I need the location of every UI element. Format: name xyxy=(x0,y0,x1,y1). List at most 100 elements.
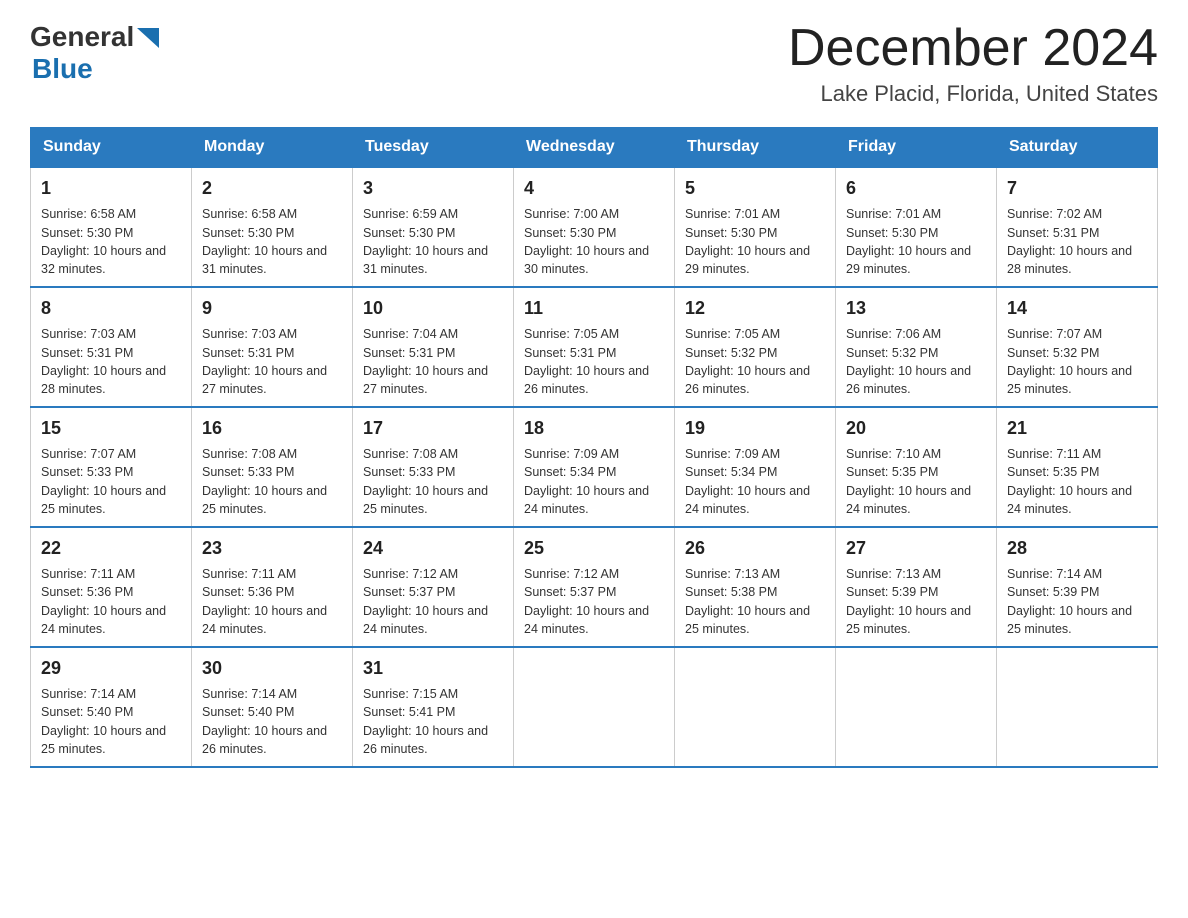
day-info: Sunrise: 7:04 AMSunset: 5:31 PMDaylight:… xyxy=(363,327,488,396)
table-row: 12Sunrise: 7:05 AMSunset: 5:32 PMDayligh… xyxy=(675,287,836,407)
day-number: 29 xyxy=(41,656,181,681)
day-info: Sunrise: 6:58 AMSunset: 5:30 PMDaylight:… xyxy=(202,207,327,276)
day-info: Sunrise: 7:14 AMSunset: 5:39 PMDaylight:… xyxy=(1007,567,1132,636)
table-row: 6 Sunrise: 7:01 AMSunset: 5:30 PMDaylight… xyxy=(836,167,997,287)
day-number: 31 xyxy=(363,656,503,681)
table-row: 28 Sunrise: 7:14 AMSunset: 5:39 PMDayligh… xyxy=(997,527,1158,647)
table-row: 4 Sunrise: 7:00 AMSunset: 5:30 PMDaylight… xyxy=(514,167,675,287)
day-number: 25 xyxy=(524,536,664,561)
day-number: 16 xyxy=(202,416,342,441)
table-row: 29 Sunrise: 7:14 AMSunset: 5:40 PMDayligh… xyxy=(31,647,192,767)
day-number: 5 xyxy=(685,176,825,201)
day-number: 6 xyxy=(846,176,986,201)
table-row: 31 Sunrise: 7:15 AMSunset: 5:41 PMDayligh… xyxy=(353,647,514,767)
day-number: 24 xyxy=(363,536,503,561)
day-number: 4 xyxy=(524,176,664,201)
day-number: 27 xyxy=(846,536,986,561)
table-row xyxy=(997,647,1158,767)
table-row: 9 Sunrise: 7:03 AMSunset: 5:31 PMDaylight… xyxy=(192,287,353,407)
table-row: 3 Sunrise: 6:59 AMSunset: 5:30 PMDaylight… xyxy=(353,167,514,287)
calendar-table: Sunday Monday Tuesday Wednesday Thursday… xyxy=(30,127,1158,768)
day-info: Sunrise: 7:03 AMSunset: 5:31 PMDaylight:… xyxy=(202,327,327,396)
table-row: 17Sunrise: 7:08 AMSunset: 5:33 PMDayligh… xyxy=(353,407,514,527)
logo: General Blue xyxy=(30,20,159,85)
table-row: 23Sunrise: 7:11 AMSunset: 5:36 PMDayligh… xyxy=(192,527,353,647)
header-wednesday: Wednesday xyxy=(514,128,675,168)
day-info: Sunrise: 7:10 AMSunset: 5:35 PMDaylight:… xyxy=(846,447,971,516)
day-number: 9 xyxy=(202,296,342,321)
day-info: Sunrise: 7:02 AMSunset: 5:31 PMDaylight:… xyxy=(1007,207,1132,276)
logo-blue-text: Blue xyxy=(32,53,159,85)
calendar-week-row: 8 Sunrise: 7:03 AMSunset: 5:31 PMDaylight… xyxy=(31,287,1158,407)
day-info: Sunrise: 7:09 AMSunset: 5:34 PMDaylight:… xyxy=(524,447,649,516)
table-row: 16 Sunrise: 7:08 AMSunset: 5:33 PMDayligh… xyxy=(192,407,353,527)
table-row xyxy=(836,647,997,767)
day-number: 1 xyxy=(41,176,181,201)
day-info: Sunrise: 7:08 AMSunset: 5:33 PMDaylight:… xyxy=(202,447,327,516)
day-info: Sunrise: 7:01 AMSunset: 5:30 PMDaylight:… xyxy=(846,207,971,276)
day-number: 26 xyxy=(685,536,825,561)
table-row: 11 Sunrise: 7:05 AMSunset: 5:31 PMDayligh… xyxy=(514,287,675,407)
day-number: 18 xyxy=(524,416,664,441)
logo-arrow-icon xyxy=(137,28,159,48)
day-info: Sunrise: 7:15 AMSunset: 5:41 PMDaylight:… xyxy=(363,687,488,756)
table-row: 1 Sunrise: 6:58 AMSunset: 5:30 PMDaylight… xyxy=(31,167,192,287)
day-info: Sunrise: 7:12 AMSunset: 5:37 PMDaylight:… xyxy=(363,567,488,636)
table-row: 13Sunrise: 7:06 AMSunset: 5:32 PMDayligh… xyxy=(836,287,997,407)
day-info: Sunrise: 7:14 AMSunset: 5:40 PMDaylight:… xyxy=(202,687,327,756)
header-sunday: Sunday xyxy=(31,128,192,168)
table-row: 26 Sunrise: 7:13 AMSunset: 5:38 PMDayligh… xyxy=(675,527,836,647)
day-number: 15 xyxy=(41,416,181,441)
table-row: 2 Sunrise: 6:58 AMSunset: 5:30 PMDaylight… xyxy=(192,167,353,287)
title-section: December 2024 Lake Placid, Florida, Unit… xyxy=(788,20,1158,107)
day-number: 30 xyxy=(202,656,342,681)
header-monday: Monday xyxy=(192,128,353,168)
calendar-week-row: 22 Sunrise: 7:11 AMSunset: 5:36 PMDayligh… xyxy=(31,527,1158,647)
day-info: Sunrise: 7:11 AMSunset: 5:35 PMDaylight:… xyxy=(1007,447,1132,516)
logo-general-text: General xyxy=(30,21,134,53)
day-info: Sunrise: 7:05 AMSunset: 5:31 PMDaylight:… xyxy=(524,327,649,396)
table-row: 8 Sunrise: 7:03 AMSunset: 5:31 PMDaylight… xyxy=(31,287,192,407)
day-number: 14 xyxy=(1007,296,1147,321)
table-row: 20 Sunrise: 7:10 AMSunset: 5:35 PMDayligh… xyxy=(836,407,997,527)
month-title: December 2024 xyxy=(788,20,1158,77)
day-number: 11 xyxy=(524,296,664,321)
day-number: 10 xyxy=(363,296,503,321)
table-row: 15Sunrise: 7:07 AMSunset: 5:33 PMDayligh… xyxy=(31,407,192,527)
day-info: Sunrise: 6:59 AMSunset: 5:30 PMDaylight:… xyxy=(363,207,488,276)
table-row: 24 Sunrise: 7:12 AMSunset: 5:37 PMDayligh… xyxy=(353,527,514,647)
day-info: Sunrise: 7:13 AMSunset: 5:38 PMDaylight:… xyxy=(685,567,810,636)
header-tuesday: Tuesday xyxy=(353,128,514,168)
day-number: 22 xyxy=(41,536,181,561)
location-title: Lake Placid, Florida, United States xyxy=(788,81,1158,107)
page-header: General Blue December 2024 Lake Placid, … xyxy=(30,20,1158,107)
table-row xyxy=(514,647,675,767)
day-number: 2 xyxy=(202,176,342,201)
table-row: 5 Sunrise: 7:01 AMSunset: 5:30 PMDaylight… xyxy=(675,167,836,287)
day-number: 21 xyxy=(1007,416,1147,441)
table-row: 30 Sunrise: 7:14 AMSunset: 5:40 PMDayligh… xyxy=(192,647,353,767)
day-number: 20 xyxy=(846,416,986,441)
day-number: 17 xyxy=(363,416,503,441)
day-info: Sunrise: 7:14 AMSunset: 5:40 PMDaylight:… xyxy=(41,687,166,756)
day-number: 3 xyxy=(363,176,503,201)
table-row: 25 Sunrise: 7:12 AMSunset: 5:37 PMDayligh… xyxy=(514,527,675,647)
day-number: 8 xyxy=(41,296,181,321)
day-number: 28 xyxy=(1007,536,1147,561)
day-info: Sunrise: 7:05 AMSunset: 5:32 PMDaylight:… xyxy=(685,327,810,396)
day-info: Sunrise: 7:03 AMSunset: 5:31 PMDaylight:… xyxy=(41,327,166,396)
table-row: 10 Sunrise: 7:04 AMSunset: 5:31 PMDayligh… xyxy=(353,287,514,407)
table-row: 14 Sunrise: 7:07 AMSunset: 5:32 PMDayligh… xyxy=(997,287,1158,407)
table-row: 27 Sunrise: 7:13 AMSunset: 5:39 PMDayligh… xyxy=(836,527,997,647)
header-saturday: Saturday xyxy=(997,128,1158,168)
day-info: Sunrise: 7:00 AMSunset: 5:30 PMDaylight:… xyxy=(524,207,649,276)
header-thursday: Thursday xyxy=(675,128,836,168)
day-info: Sunrise: 7:01 AMSunset: 5:30 PMDaylight:… xyxy=(685,207,810,276)
day-number: 13 xyxy=(846,296,986,321)
day-info: Sunrise: 7:12 AMSunset: 5:37 PMDaylight:… xyxy=(524,567,649,636)
day-info: Sunrise: 6:58 AMSunset: 5:30 PMDaylight:… xyxy=(41,207,166,276)
day-number: 23 xyxy=(202,536,342,561)
day-info: Sunrise: 7:13 AMSunset: 5:39 PMDaylight:… xyxy=(846,567,971,636)
day-info: Sunrise: 7:11 AMSunset: 5:36 PMDaylight:… xyxy=(41,567,166,636)
day-info: Sunrise: 7:07 AMSunset: 5:32 PMDaylight:… xyxy=(1007,327,1132,396)
